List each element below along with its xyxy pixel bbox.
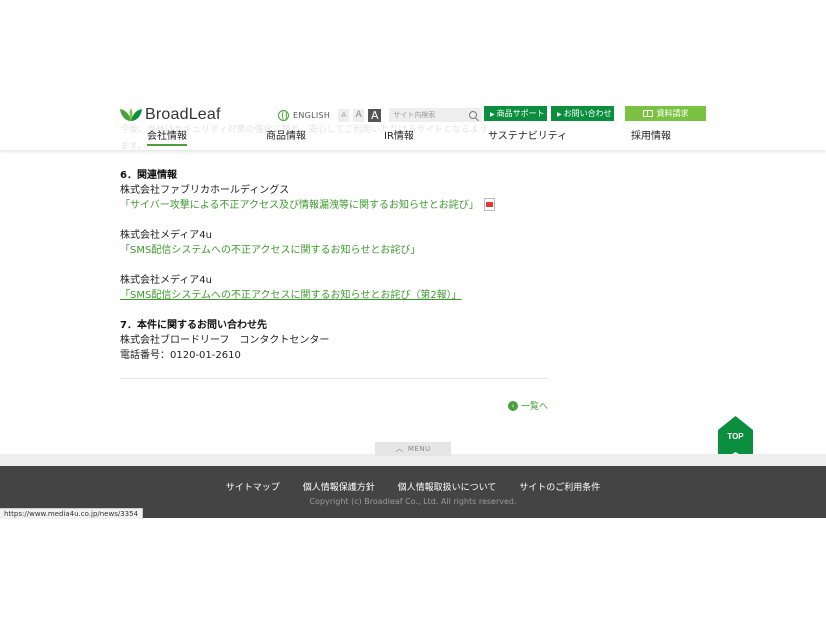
page: 今後、当社はセキュリティ対策の強化に努め、安心してご利用いただけるサイトとなるよ… [0,0,826,620]
utility-bar: ENGLISH A A A [278,108,483,122]
section-heading: 6．関連情報 [120,170,177,181]
footer-link-terms[interactable]: サイトのご利用条件 [519,483,600,493]
font-size-medium-button[interactable]: A [353,108,365,122]
copyright: Copyright (c) Broadleaf Co., Ltd. All ri… [309,497,517,506]
contact-button[interactable]: ▶ お問い合わせ [551,106,614,121]
nav-products[interactable]: 商品情報 [266,127,306,142]
related-link-row: 「SMS配信システムへの不正アクセスに関するお知らせとお詫び」 [120,243,550,258]
nav-sustainability[interactable]: サステナビリティ [488,127,567,142]
contact-label: お問い合わせ [563,109,612,118]
divider [120,378,549,379]
leaf-logo-icon [120,108,142,121]
related-link[interactable]: 「SMS配信システムへの不正アクセスに関するお知らせとお詫び」 [120,243,420,258]
footer-link-privacy-policy[interactable]: 個人情報保護方針 [303,483,375,493]
site-search [389,108,483,122]
logo-text: BroadLeaf [145,106,221,123]
company-name: 株式会社ファブリカホールディングス [120,185,290,196]
related-link[interactable]: 「サイバー攻撃による不正アクセス及び情報漏洩等に関するお知らせとお詫び」 [120,198,479,213]
company-name: 株式会社メディア4u [120,230,213,241]
status-bar-url: https://www.media4u.co.jp/news/3354 [0,508,144,519]
request-documents-label: 資料請求 [656,109,689,118]
footer-link-sitemap[interactable]: サイトマップ [226,483,280,493]
related-link-row: 「サイバー攻撃による不正アクセス及び情報漏洩等に関するお知らせとお詫び」 [120,198,550,213]
global-nav: 会社情報 商品情報 IR情報 サステナビリティ 採用情報 [0,127,826,146]
chevron-right-icon: › [508,400,518,411]
nav-ir[interactable]: IR情報 [384,127,414,142]
globe-icon [278,109,289,121]
site-header: 今後、当社はセキュリティ対策の強化に努め、安心してご利用いただけるサイトとなるよ… [0,100,826,152]
related-link-row: 「SMS配信システムへの不正アクセスに関するお知らせとお詫び（第2報）」 [120,288,550,303]
book-icon [642,110,653,117]
product-support-label: 商品サポート [496,109,545,118]
contact-phone: 電話番号：0120-01-2610 [120,350,241,361]
nav-company-info[interactable]: 会社情報 [147,127,187,146]
arrow-right-icon: ▶ [557,111,562,118]
nav-recruit[interactable]: 採用情報 [631,127,671,142]
footer-links: サイトマップ 個人情報保護方針 個人情報取扱いについて サイトのご利用条件 [0,480,826,493]
product-support-button[interactable]: ▶ 商品サポート [484,106,547,121]
top-label: TOP [727,432,744,441]
footer-menu-toggle[interactable]: ︿ MENU [375,442,451,456]
footer-link-personal-info[interactable]: 個人情報取扱いについて [398,483,497,493]
search-icon[interactable] [469,111,478,119]
search-input[interactable] [389,108,468,122]
back-to-list-link[interactable]: › 一覧へ [508,399,548,412]
font-size-large-button[interactable]: A [368,108,382,122]
font-size-small-button[interactable]: A [338,108,350,122]
arrow-right-icon: ▶ [490,111,495,118]
menu-label: MENU [407,445,431,453]
back-to-list-label: 一覧へ [521,402,549,412]
request-documents-button[interactable]: 資料請求 [625,106,706,121]
pdf-icon [483,198,495,211]
related-link-hovered[interactable]: 「SMS配信システムへの不正アクセスに関するお知らせとお詫び（第2報）」 [120,288,462,303]
company-name: 株式会社メディア4u [120,275,213,286]
article-body: 6．関連情報 株式会社ファブリカホールディングス 「サイバー攻撃による不正アクセ… [120,168,550,363]
english-link[interactable]: ENGLISH [293,111,330,120]
broadleaf-logo[interactable]: BroadLeaf [120,106,221,124]
contact-company: 株式会社ブロードリーフ コンタクトセンター [120,335,330,346]
section-heading: 7．本件に関するお問い合わせ先 [120,320,267,331]
chevron-up-icon: ︿ [395,444,404,453]
